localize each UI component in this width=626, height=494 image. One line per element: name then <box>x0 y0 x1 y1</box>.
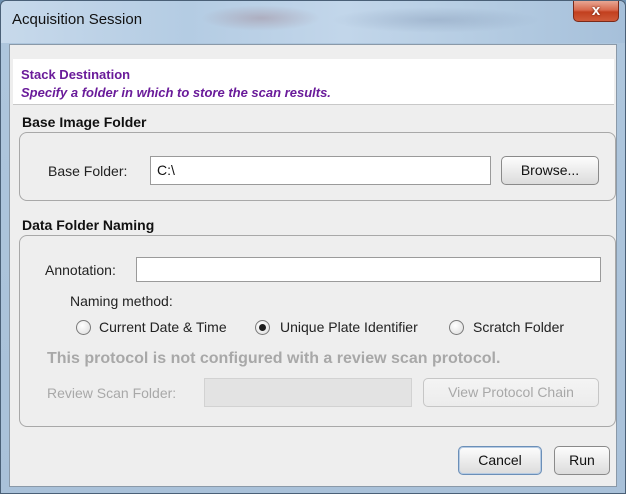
titlebar-background-blur <box>201 5 321 31</box>
header-subtitle: Specify a folder in which to store the s… <box>21 85 331 100</box>
run-button[interactable]: Run <box>554 446 610 475</box>
review-protocol-warning: This protocol is not configured with a r… <box>47 350 501 367</box>
naming-method-label: Naming method: <box>70 293 173 309</box>
review-scan-folder-input[interactable] <box>204 378 412 407</box>
radio-label-scratch-folder[interactable]: Scratch Folder <box>473 319 564 335</box>
close-icon: x <box>591 2 601 19</box>
close-button[interactable]: x <box>573 1 619 22</box>
base-folder-label: Base Folder: <box>48 163 128 179</box>
radio-label-current-date-time[interactable]: Current Date & Time <box>99 319 227 335</box>
browse-button[interactable]: Browse... <box>501 156 599 185</box>
title-bar[interactable]: Acquisition Session x <box>1 1 625 43</box>
radio-label-unique-plate-identifier[interactable]: Unique Plate Identifier <box>280 319 418 335</box>
annotation-input[interactable] <box>136 257 601 282</box>
annotation-label: Annotation: <box>45 262 116 278</box>
base-folder-input[interactable]: C:\ <box>150 156 491 185</box>
header-title: Stack Destination <box>21 67 131 82</box>
titlebar-background-blur <box>331 7 541 33</box>
data-folder-naming-title: Data Folder Naming <box>22 217 155 233</box>
radio-scratch-folder[interactable] <box>449 320 464 335</box>
base-image-folder-title: Base Image Folder <box>22 114 147 130</box>
header-banner: Stack Destination Specify a folder in wh… <box>13 59 614 105</box>
radio-unique-plate-identifier[interactable] <box>255 320 270 335</box>
window-title: Acquisition Session <box>12 11 143 28</box>
acquisition-session-dialog: Acquisition Session x Stack Destination … <box>0 0 626 494</box>
cancel-button[interactable]: Cancel <box>458 446 542 475</box>
view-protocol-chain-button[interactable]: View Protocol Chain <box>423 378 599 407</box>
review-scan-folder-label: Review Scan Folder: <box>47 385 177 401</box>
radio-current-date-time[interactable] <box>76 320 91 335</box>
